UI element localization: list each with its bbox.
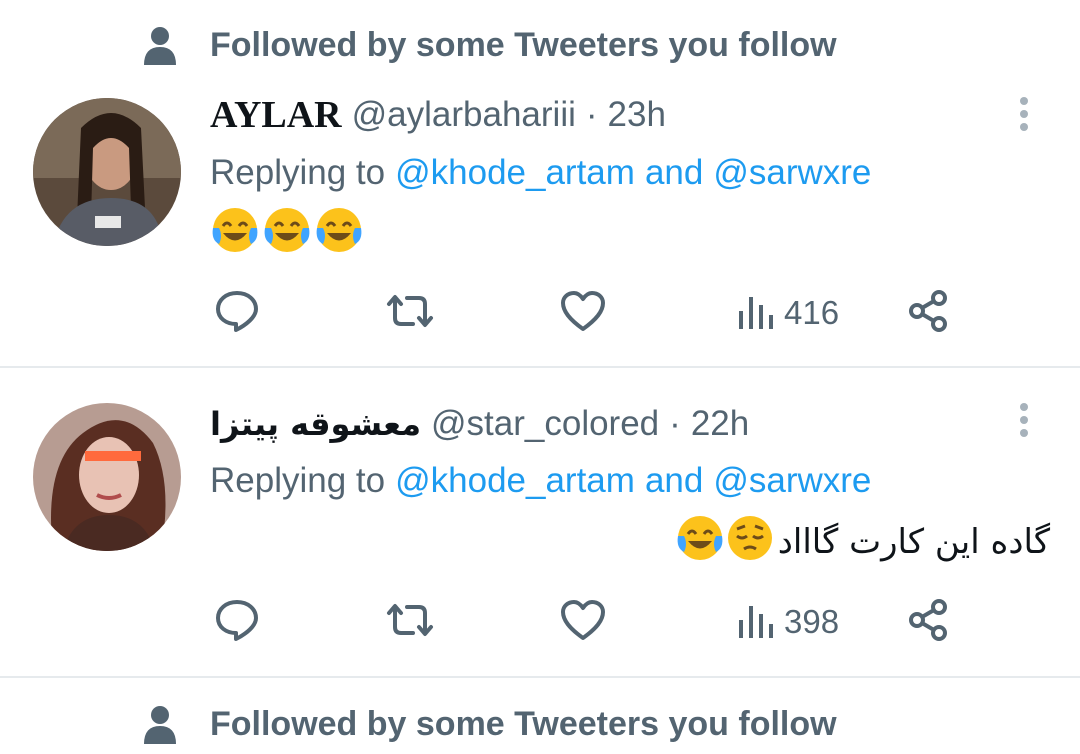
share-button[interactable] xyxy=(906,592,950,652)
more-options-icon[interactable] xyxy=(1004,400,1044,440)
timestamp[interactable]: 22h xyxy=(691,404,749,444)
replying-prefix: Replying to xyxy=(210,153,386,192)
mention-link[interactable]: @sarwxre xyxy=(713,153,871,193)
mention-link[interactable]: @sarwxre xyxy=(713,461,871,501)
tweet-text: گاده این کارت گاااد xyxy=(666,514,1050,571)
separator: · xyxy=(585,95,598,134)
share-button[interactable] xyxy=(906,283,950,343)
divider xyxy=(0,366,1080,368)
person-icon xyxy=(140,704,180,744)
timestamp[interactable]: 23h xyxy=(608,95,666,135)
analytics-icon xyxy=(736,600,776,645)
like-button[interactable] xyxy=(559,283,607,343)
face-with-tears-of-joy-icon xyxy=(211,206,259,263)
views-count: 416 xyxy=(784,294,840,331)
analytics-icon xyxy=(736,291,776,336)
user-handle[interactable]: @star_colored xyxy=(431,404,659,444)
reply-button[interactable] xyxy=(214,592,260,652)
display-name[interactable]: معشوقه پیتزا xyxy=(210,405,421,443)
social-context-text: Followed by some Tweeters you follow xyxy=(210,25,837,64)
tweet-actions: 416 xyxy=(0,283,1080,343)
face-with-tears-of-joy-icon xyxy=(315,206,363,263)
reply-button[interactable] xyxy=(214,283,260,343)
heart-icon xyxy=(559,598,607,647)
social-context-bottom: Followed by some Tweeters you follow xyxy=(140,694,837,754)
mention-link[interactable]: @khode_artam xyxy=(395,461,635,501)
replying-prefix: Replying to xyxy=(210,461,386,500)
like-button[interactable] xyxy=(559,592,607,652)
avatar[interactable] xyxy=(33,98,181,246)
tweet-actions: 398 xyxy=(0,592,1080,652)
avatar[interactable] xyxy=(33,403,181,551)
display-name[interactable]: AYLAR xyxy=(210,93,342,137)
retweet-button[interactable] xyxy=(385,592,435,652)
tweet-text xyxy=(211,206,363,263)
user-handle[interactable]: @aylarbahariii xyxy=(352,95,576,135)
retweet-icon xyxy=(385,288,435,339)
tweet-body-text: گاده این کارت گاااد xyxy=(777,522,1050,562)
share-icon xyxy=(906,289,950,338)
replying-to: Replying to @khode_artam and @sarwxre xyxy=(210,148,871,198)
retweet-icon xyxy=(385,597,435,648)
divider xyxy=(0,676,1080,678)
social-context-top: Followed by some Tweeters you follow xyxy=(140,15,837,75)
face-with-tears-of-joy-icon xyxy=(676,514,724,571)
share-icon xyxy=(906,598,950,647)
views-button[interactable]: 416 xyxy=(736,283,839,343)
retweet-button[interactable] xyxy=(385,283,435,343)
face-with-tears-of-joy-icon xyxy=(263,206,311,263)
mention-joiner: and xyxy=(644,461,704,500)
reply-icon xyxy=(214,288,260,339)
heart-icon xyxy=(559,289,607,338)
views-count: 398 xyxy=(784,603,840,640)
replying-to: Replying to @khode_artam and @sarwxre xyxy=(210,456,871,506)
social-context-text: Followed by some Tweeters you follow xyxy=(210,704,837,743)
views-button[interactable]: 398 xyxy=(736,592,839,652)
mention-link[interactable]: @khode_artam xyxy=(395,153,635,193)
tweet-header: AYLAR @aylarbahariii · 23h xyxy=(210,90,666,140)
separator: · xyxy=(669,404,681,443)
reply-icon xyxy=(214,597,260,648)
more-options-icon[interactable] xyxy=(1004,94,1044,134)
pensive-face-icon xyxy=(726,514,774,571)
tweet-header: معشوقه پیتزا @star_colored · 22h xyxy=(210,399,749,449)
mention-joiner: and xyxy=(644,153,704,192)
person-icon xyxy=(140,25,180,65)
